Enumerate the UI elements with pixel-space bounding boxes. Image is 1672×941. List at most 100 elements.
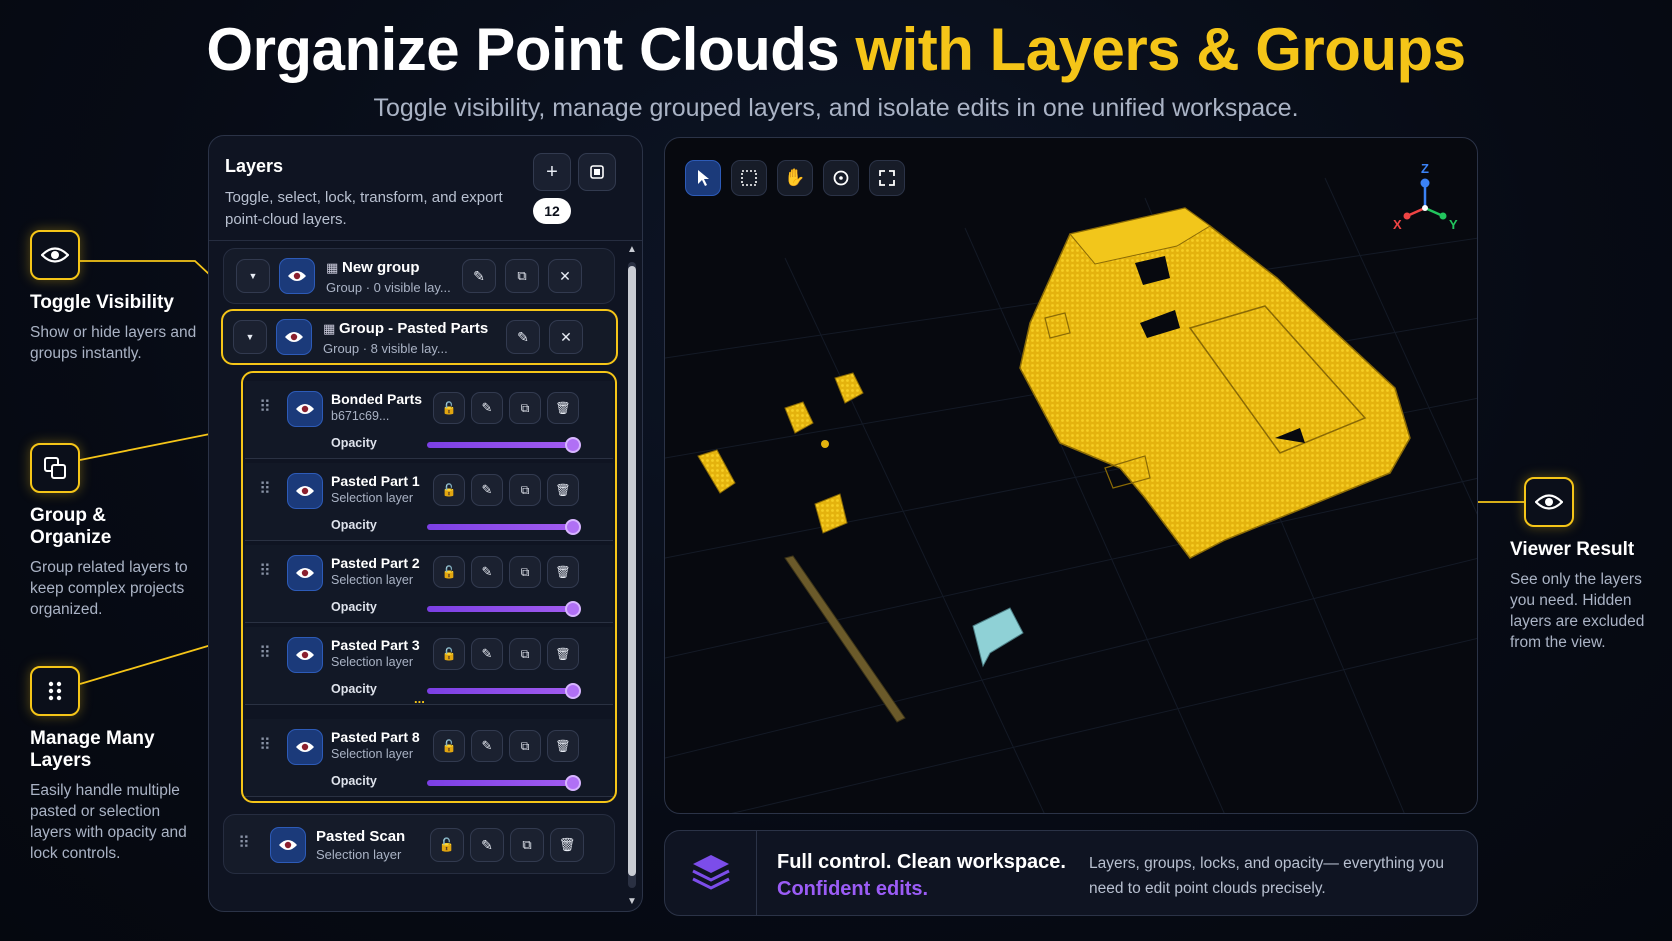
duplicate-button[interactable]: ⧉ [509,392,541,424]
rename-button[interactable]: ✎ [471,638,503,670]
opacity-knob[interactable] [565,601,581,617]
page-title: Organize Point Clouds with Layers & Grou… [0,14,1672,86]
opacity-slider[interactable] [427,775,581,791]
collapse-button[interactable]: ▼ [236,259,270,293]
opacity-slider[interactable] [427,437,581,453]
eye-icon [285,332,303,342]
pencil-icon: ✎ [481,564,493,579]
callout-manage-layers: Manage Many Layers Easily handle multipl… [30,666,200,864]
visibility-toggle[interactable] [287,729,323,765]
cyan-fragment-cloud [972,607,1024,668]
opacity-slider[interactable] [427,519,581,535]
group-row-new-group[interactable]: ▼ ▦ New group Group · 0 visible lay... ✎… [223,248,615,304]
opacity-label: Opacity [331,518,377,532]
layer-sub: Selection layer [331,573,413,587]
lock-button[interactable]: 🔓 [433,474,465,506]
drag-handle-icon[interactable]: ⠿ [259,561,271,581]
layer-row[interactable]: ⠿ Bonded Parts b671c69... 🔓 ✎ ⧉ 🗑 Opacit… [245,381,613,459]
scroll-thumb[interactable] [628,266,636,876]
delete-button[interactable]: 🗑 [550,828,584,862]
group-row-pasted-parts[interactable]: ▼ ▦ Group - Pasted Parts Group · 8 visib… [221,309,618,365]
layer-row-pasted-scan[interactable]: ⠿ Pasted Scan Selection layer 🔓 ✎ ⧉ 🗑 [223,814,615,874]
drag-handle-icon[interactable]: ⠿ [259,735,271,755]
duplicate-button[interactable]: ⧉ [509,556,541,588]
pencil-icon: ✎ [473,267,485,284]
layer-row[interactable]: ⠿ Pasted Part 2 Selection layer 🔓 ✎ ⧉ 🗑 … [245,545,613,623]
visibility-toggle[interactable] [279,258,315,294]
group-meta: Group · 8 visible lay... [323,341,448,356]
delete-group-button[interactable]: ✕ [548,259,582,293]
rename-button[interactable]: ✎ [471,392,503,424]
drag-handle-icon[interactable]: ⠿ [259,397,271,417]
rename-button[interactable]: ✎ [471,556,503,588]
layer-name: Pasted Part 2 [331,555,420,571]
layer-count-badge: 12 [533,198,571,224]
callout-title: Toggle Visibility [30,292,174,313]
rename-button[interactable]: ✎ [470,828,504,862]
opacity-slider[interactable] [427,601,581,617]
lock-button[interactable]: 🔓 [433,556,465,588]
duplicate-button[interactable]: ⧉ [509,638,541,670]
delete-group-button[interactable]: ✕ [549,320,583,354]
pencil-icon: ✎ [481,738,493,753]
callout-title: Group & Organize [30,505,112,548]
layer-row[interactable]: ⠿ Pasted Part 1 Selection layer 🔓 ✎ ⧉ 🗑 … [245,463,613,541]
lock-button[interactable]: 🔓 [433,730,465,762]
lock-button[interactable]: 🔓 [430,828,464,862]
layer-row[interactable]: ⠿ Pasted Part 3 Selection layer 🔓 ✎ ⧉ 🗑 … [245,627,613,705]
opacity-label: Opacity [331,600,377,614]
duplicate-button[interactable]: ⧉ [509,730,541,762]
divider [209,240,642,241]
small-fragments [697,372,864,534]
delete-button[interactable]: 🗑 [547,556,579,588]
opacity-knob[interactable] [565,437,581,453]
rename-button[interactable]: ✎ [471,474,503,506]
header: Organize Point Clouds with Layers & Grou… [0,14,1672,123]
opacity-knob[interactable] [565,519,581,535]
scroll-up-icon[interactable]: ▲ [626,244,638,256]
scroll-down-icon[interactable]: ▼ [626,896,638,908]
lock-button[interactable]: 🔓 [433,638,465,670]
drag-handle-icon[interactable]: ⠿ [259,479,271,499]
rename-button[interactable]: ✎ [506,320,540,354]
delete-button[interactable]: 🗑 [547,638,579,670]
opacity-fill [427,780,573,786]
select-all-button[interactable] [578,153,616,191]
copy-icon: ⧉ [522,837,532,852]
collapse-button[interactable]: ▼ [233,320,267,354]
eye-icon [288,271,306,281]
add-layer-button[interactable]: + [533,153,571,191]
duplicate-button[interactable]: ⧉ [510,828,544,862]
rename-button[interactable]: ✎ [462,259,496,293]
delete-button[interactable]: 🗑 [547,392,579,424]
folder-icon: ▦ [323,321,336,336]
opacity-knob[interactable] [565,775,581,791]
layer-sub: Selection layer [331,491,413,505]
copy-icon: ⧉ [520,564,530,579]
pole-cloud [784,555,906,723]
visibility-toggle[interactable] [276,319,312,355]
delete-button[interactable]: 🗑 [547,730,579,762]
visibility-toggle[interactable] [270,827,306,863]
visibility-toggle[interactable] [287,391,323,427]
visibility-toggle[interactable] [287,473,323,509]
visibility-toggle[interactable] [287,637,323,673]
delete-button[interactable]: 🗑 [547,474,579,506]
eye-icon [296,486,314,496]
lock-button[interactable]: 🔓 [433,392,465,424]
drag-handle-icon[interactable]: ⠿ [259,643,271,663]
visibility-toggle[interactable] [287,555,323,591]
duplicate-button[interactable]: ⧉ [505,259,539,293]
rename-button[interactable]: ✎ [471,730,503,762]
opacity-slider[interactable] [427,683,581,699]
duplicate-button[interactable]: ⧉ [509,474,541,506]
opacity-knob[interactable] [565,683,581,699]
opacity-fill [427,524,573,530]
layer-row[interactable]: ⠿ Pasted Part 8 Selection layer 🔓 ✎ ⧉ 🗑 … [245,719,613,797]
eye-icon [296,650,314,660]
page-subtitle: Toggle visibility, manage grouped layers… [373,94,1299,122]
drag-handle-icon[interactable]: ⠿ [238,833,250,853]
opacity-fill [427,606,573,612]
point-cloud-viewer[interactable]: ✋ Z X Y [664,137,1478,814]
panel-scrollbar[interactable]: ▲ ▼ [626,244,638,908]
